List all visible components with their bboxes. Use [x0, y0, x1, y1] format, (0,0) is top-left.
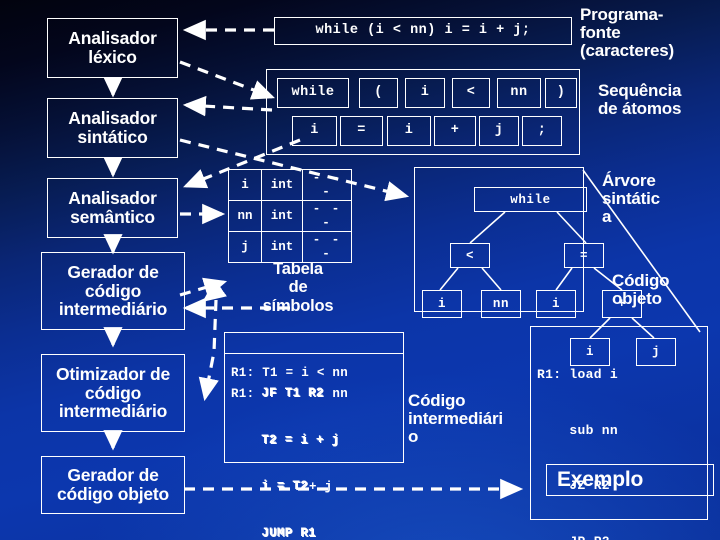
- token-label: j: [494, 122, 504, 138]
- token-i-1[interactable]: i: [405, 78, 445, 108]
- code-line: JUMP R1: [230, 525, 316, 540]
- code-line: JP R2: [537, 533, 707, 540]
- caption-line-2: fonte: [580, 23, 621, 43]
- token-label: i: [404, 122, 414, 138]
- caption-line-2: de átomos: [598, 99, 682, 119]
- token-lt[interactable]: <: [452, 78, 490, 108]
- token-lparen[interactable]: (: [359, 78, 398, 108]
- caption-line-1: Programa-: [580, 5, 664, 24]
- token-label: (: [374, 84, 383, 100]
- intermediate-code-header-box[interactable]: R1: T1 = i < nn: [224, 332, 404, 380]
- code-line: JF T1 R2: [230, 386, 324, 400]
- code-line: sub nn: [537, 422, 619, 438]
- phase-label: Analisador léxico: [68, 28, 157, 67]
- symbol-name: j: [228, 231, 262, 263]
- token-j[interactable]: j: [479, 116, 519, 146]
- token-while[interactable]: while: [277, 78, 349, 108]
- intermediate-code-caption: Código intermediári o: [408, 391, 528, 447]
- token-i-2[interactable]: i: [292, 116, 337, 146]
- tree-leaf-i-left[interactable]: i: [422, 290, 462, 318]
- tree-node-while[interactable]: while: [474, 187, 587, 212]
- slide-canvas: Analisador léxico Analisador sintático A…: [0, 0, 720, 540]
- phase-label: Gerador de código objeto: [56, 465, 170, 504]
- source-program-box[interactable]: while (i < nn) i = i + j;: [274, 17, 572, 45]
- symbol-extra: - - -: [302, 169, 352, 201]
- tree-node-label: nn: [492, 297, 510, 311]
- phase-box-semantico[interactable]: Analisador semântico: [47, 178, 178, 238]
- caption-line-1: Código: [612, 271, 670, 290]
- token-label: i: [310, 122, 319, 138]
- tree-node-label: i: [437, 297, 447, 311]
- token-label: =: [357, 122, 366, 138]
- caption-line-1: Sequência: [598, 81, 682, 100]
- source-program-caption: Programa- fonte (caracteres): [580, 5, 720, 61]
- token-label: while: [291, 84, 335, 100]
- token-label: ;: [537, 122, 547, 138]
- tree-leaf-nn[interactable]: nn: [481, 290, 521, 318]
- table-row[interactable]: i int - - -: [228, 169, 352, 201]
- token-label: i: [420, 84, 430, 100]
- tree-node-label: <: [465, 248, 475, 263]
- caption-line-2: sintátic: [602, 189, 660, 209]
- tree-node-label: while: [510, 192, 551, 207]
- symbol-extra: - - -: [302, 231, 352, 263]
- symbol-name: nn: [228, 200, 262, 232]
- token-plus[interactable]: +: [434, 116, 476, 146]
- symbol-name: i: [228, 169, 262, 201]
- symbol-type: int: [261, 200, 303, 232]
- phase-label: Analisador semântico: [68, 188, 157, 227]
- table-row[interactable]: j int - - -: [228, 231, 352, 263]
- caption-line-3: (caracteres): [580, 41, 674, 61]
- caption-line-1: Código: [408, 391, 466, 410]
- symbol-table[interactable]: i int - - - nn int - - - j int - - -: [228, 169, 352, 263]
- caption-line-3: símbolos: [262, 296, 334, 315]
- token-label: ): [556, 84, 566, 100]
- caption-line-2: de: [288, 278, 308, 297]
- token-nn[interactable]: nn: [497, 78, 541, 108]
- phase-box-otimizador[interactable]: Otimizador de código intermediário: [41, 354, 185, 432]
- symbol-type: int: [261, 169, 303, 201]
- caption-line-1: Tabela: [273, 260, 323, 278]
- phase-box-lexico[interactable]: Analisador léxico: [47, 18, 178, 78]
- token-label: <: [466, 84, 476, 100]
- phase-label: Otimizador de código intermediário: [55, 363, 171, 422]
- phase-box-sintatico[interactable]: Analisador sintático: [47, 98, 178, 158]
- token-semicolon[interactable]: ;: [522, 116, 562, 146]
- table-row[interactable]: nn int - - -: [228, 200, 352, 232]
- caption-line-1: Árvore: [602, 171, 656, 190]
- exemplo-box[interactable]: Exemplo: [546, 464, 714, 496]
- tree-node-label: =: [579, 248, 589, 263]
- symbol-type: int: [261, 231, 303, 263]
- token-assign[interactable]: =: [340, 116, 383, 146]
- code-line: R1: load i: [537, 367, 619, 382]
- token-i-3[interactable]: i: [387, 116, 431, 146]
- token-label: +: [450, 122, 460, 138]
- syntax-tree-caption: Árvore sintátic a: [602, 171, 720, 227]
- phase-box-gerador-intermediario[interactable]: Gerador de código intermediário: [41, 252, 185, 330]
- tree-node-label: i: [551, 297, 561, 311]
- source-program-code: while (i < nn) i = i + j;: [315, 22, 531, 38]
- caption-line-2: intermediári: [408, 409, 503, 429]
- tree-leaf-i-right[interactable]: i: [536, 290, 576, 318]
- caption-line-3: a: [602, 207, 612, 227]
- intermediate-code-block-front[interactable]: JF T1 R2 T2 = i + j i = T2 JUMP R1 R2: -…: [224, 353, 404, 540]
- phase-label: Gerador de código intermediário: [58, 261, 168, 320]
- phase-box-gerador-objeto[interactable]: Gerador de código objeto: [41, 456, 185, 514]
- token-label: nn: [510, 84, 528, 100]
- code-line: i = T2: [230, 479, 309, 493]
- token-rparen[interactable]: ): [545, 78, 577, 108]
- caption-line-3: o: [408, 427, 419, 447]
- code-line: T2 = i + j: [230, 432, 340, 447]
- symbol-extra: - - -: [302, 200, 352, 232]
- phase-label: Analisador sintático: [68, 108, 157, 147]
- caption-line-2: objeto: [612, 289, 662, 309]
- exemplo-label: Exemplo: [557, 468, 644, 491]
- symbol-table-caption: Tabela de símbolos: [248, 260, 348, 315]
- tree-node-lt[interactable]: <: [450, 243, 490, 268]
- object-code-caption: Código objeto: [612, 271, 720, 309]
- token-stream-caption: Sequência de átomos: [598, 81, 720, 119]
- tree-node-assign[interactable]: =: [564, 243, 604, 268]
